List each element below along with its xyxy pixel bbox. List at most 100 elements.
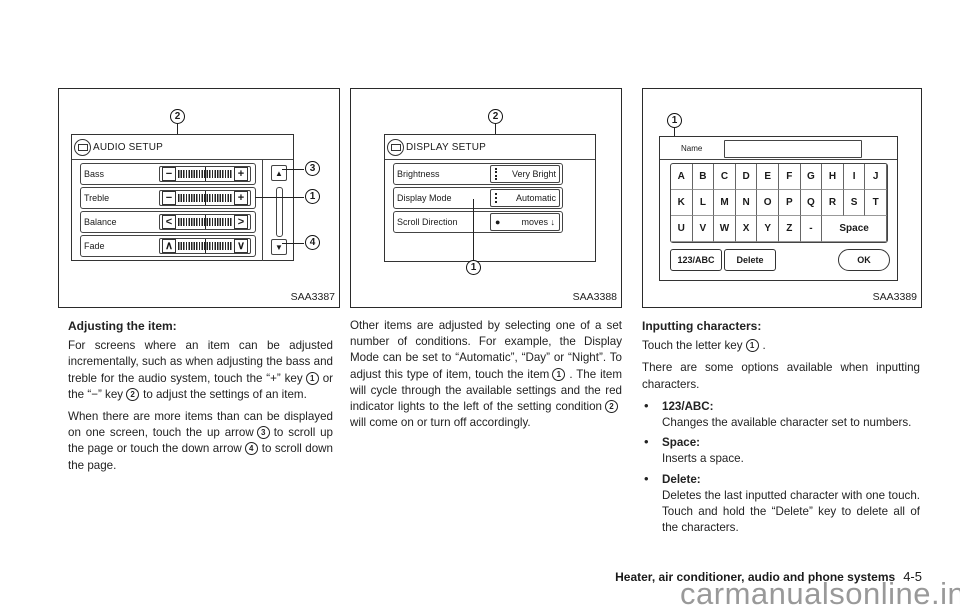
letter-key[interactable]: C — [714, 164, 736, 190]
display-mode-value-button[interactable]: Automatic — [490, 189, 560, 207]
audio-row-fade[interactable]: Fade ∧ ∨ — [80, 235, 256, 257]
letter-key[interactable]: Z — [779, 216, 801, 242]
fade-slider[interactable]: ∧ ∨ — [159, 238, 251, 254]
setup-icon — [387, 138, 404, 156]
letter-key[interactable]: R — [822, 190, 844, 216]
bullet-title: Delete: — [662, 472, 701, 486]
scrollbar[interactable]: ▲ ▼ — [262, 159, 295, 261]
keyboard-grid: A B C D E F G H I J K L M N O P Q R S T U V W X Y Z - Space — [670, 163, 888, 243]
letter-key[interactable]: P — [779, 190, 801, 216]
plus-button[interactable]: + — [234, 167, 248, 181]
callout-2: 2 — [488, 109, 503, 124]
letter-key[interactable]: K — [671, 190, 693, 216]
letter-key[interactable]: W — [714, 216, 736, 242]
scroll-direction-value: moves ↓ — [521, 217, 555, 227]
letter-key[interactable]: N — [735, 190, 758, 216]
scroll-direction-value-button[interactable]: ● moves ↓ — [490, 213, 560, 231]
divider — [385, 159, 595, 160]
figure-display-setup: 2 DISPLAY SETUP Brightness Very Bright D… — [350, 88, 622, 308]
text: For screens where an item can be adjuste… — [68, 339, 333, 385]
heading-inputting-characters: Inputting characters: — [642, 319, 762, 333]
callout-2-icon: 2 — [126, 387, 140, 401]
scroll-down-button[interactable]: ▼ — [271, 239, 287, 255]
letter-key[interactable]: S — [843, 190, 866, 216]
minus-button[interactable]: − — [162, 167, 176, 181]
level-meter — [178, 239, 232, 253]
minus-button[interactable]: − — [162, 191, 176, 205]
screen-title-text: AUDIO SETUP — [93, 141, 163, 153]
column-3-text: Inputting characters: Touch the letter k… — [642, 318, 920, 540]
audio-row-bass[interactable]: Bass − + — [80, 163, 256, 185]
letter-key[interactable]: X — [735, 216, 758, 242]
paragraph: There are some options available when in… — [642, 361, 920, 391]
front-button[interactable]: ∧ — [162, 239, 176, 253]
display-row-mode[interactable]: Display Mode Automatic — [393, 187, 563, 209]
column-1-text: Adjusting the item: For screens where an… — [68, 318, 333, 480]
letter-key[interactable]: H — [822, 164, 844, 190]
rear-button[interactable]: ∨ — [234, 239, 248, 253]
letter-key[interactable]: L — [692, 190, 715, 216]
balance-slider[interactable]: < > — [159, 214, 251, 230]
treble-slider[interactable]: − + — [159, 190, 251, 206]
letter-key[interactable]: I — [843, 164, 866, 190]
ok-button[interactable]: OK — [838, 249, 890, 271]
leader-line — [282, 243, 304, 244]
down-arrow-icon: ↓ — [550, 217, 556, 227]
letter-key[interactable]: O — [757, 190, 779, 216]
level-meter — [178, 167, 232, 181]
letter-key[interactable]: G — [800, 164, 823, 190]
paragraph: For screens where an item can be adjuste… — [68, 338, 333, 403]
heading-adjusting-item: Adjusting the item: — [68, 319, 177, 333]
callout-4: 4 — [305, 235, 320, 250]
display-row-scroll[interactable]: Scroll Direction ● moves ↓ — [393, 211, 563, 233]
row-label: Brightness — [397, 169, 440, 179]
screen-title: DISPLAY SETUP — [387, 137, 486, 157]
right-button[interactable]: > — [234, 215, 248, 229]
delete-button[interactable]: Delete — [724, 249, 776, 271]
bullet-description: Inserts a space. — [662, 452, 744, 466]
text: will come on or turn off accordingly. — [350, 416, 531, 430]
leader-line — [255, 197, 304, 198]
space-key[interactable]: Space — [822, 216, 887, 242]
brightness-value-button[interactable]: Very Bright — [490, 165, 560, 183]
name-input[interactable] — [724, 140, 862, 158]
letter-key[interactable]: D — [735, 164, 758, 190]
bullet-description: Changes the available character set to n… — [662, 416, 912, 430]
letter-key[interactable]: V — [692, 216, 715, 242]
level-meter — [178, 215, 232, 229]
watermark: carmanualsonline.info — [680, 576, 960, 611]
level-meter — [178, 191, 232, 205]
left-button[interactable]: < — [162, 215, 176, 229]
bullet-description: Deletes the last inputted character with… — [662, 488, 920, 535]
callout-1-icon: 1 — [305, 371, 319, 385]
display-setup-screen: DISPLAY SETUP Brightness Very Bright Dis… — [384, 134, 596, 262]
letter-key[interactable]: E — [757, 164, 779, 190]
scroll-up-button[interactable]: ▲ — [271, 165, 287, 181]
letter-key[interactable]: Y — [757, 216, 779, 242]
paragraph: Other items are adjusted by selecting on… — [350, 318, 622, 431]
row-label: Scroll Direction — [397, 217, 458, 227]
letter-key[interactable]: B — [692, 164, 715, 190]
bass-slider[interactable]: − + — [159, 166, 251, 182]
bullet-title: Space: — [662, 436, 701, 450]
mode-toggle-button[interactable]: 123/ABC — [670, 249, 722, 271]
callout-2-icon: 2 — [605, 400, 618, 414]
letter-key[interactable]: T — [865, 190, 887, 216]
scroll-thumb[interactable] — [276, 187, 283, 237]
divider — [72, 159, 293, 160]
letter-key[interactable]: Q — [800, 190, 823, 216]
callout-1: 1 — [667, 113, 682, 128]
audio-row-balance[interactable]: Balance < > — [80, 211, 256, 233]
letter-key[interactable]: A — [671, 164, 693, 190]
display-row-brightness[interactable]: Brightness Very Bright — [393, 163, 563, 185]
letter-key[interactable]: M — [714, 190, 736, 216]
plus-button[interactable]: + — [234, 191, 248, 205]
display-mode-value: Automatic — [515, 193, 556, 203]
audio-row-treble[interactable]: Treble − + — [80, 187, 256, 209]
letter-key[interactable]: U — [671, 216, 693, 242]
character-input-screen: Name A B C D E F G H I J K L M N O P Q R S T U V W X Y Z - Space 12… — [659, 136, 898, 281]
letter-key[interactable]: J — [865, 164, 887, 190]
letter-key[interactable]: F — [779, 164, 801, 190]
hyphen-key[interactable]: - — [800, 216, 823, 242]
setup-icon — [74, 138, 91, 156]
